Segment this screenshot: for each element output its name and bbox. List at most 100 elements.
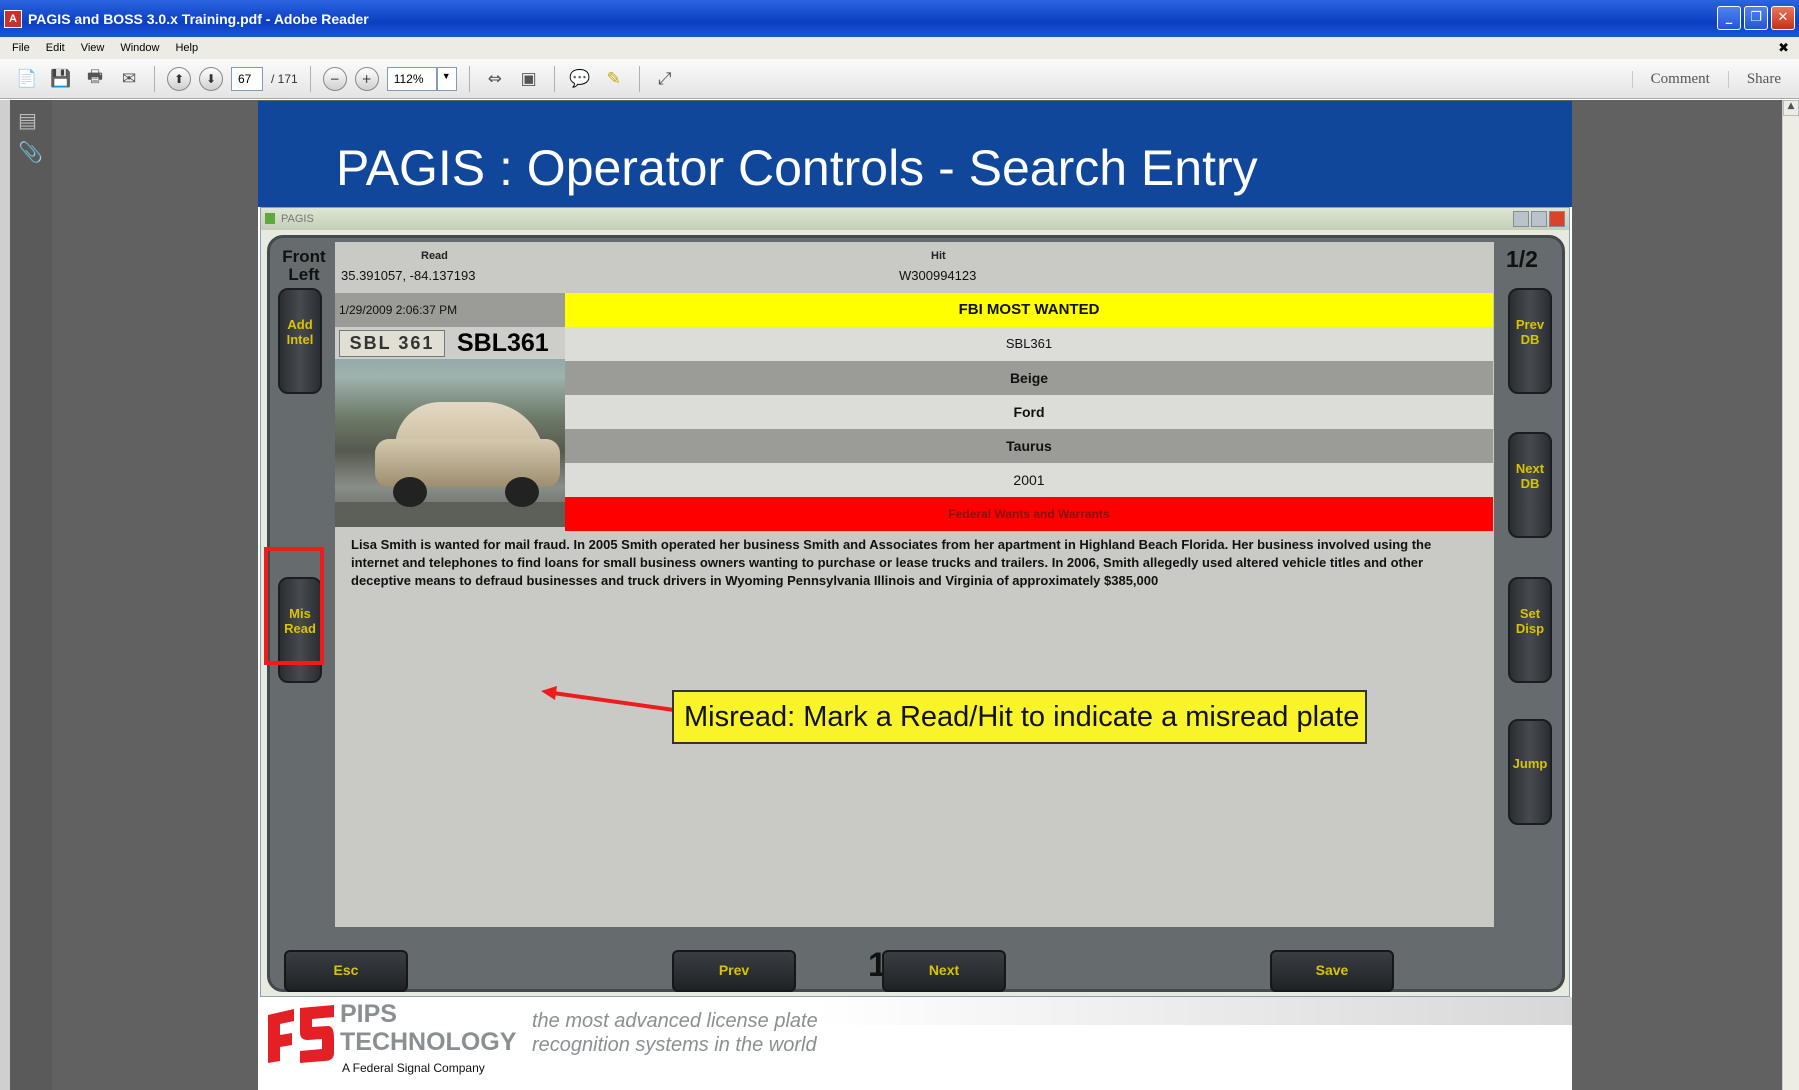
callout-arrow: [541, 686, 675, 712]
app-minimize-icon[interactable]: [1513, 211, 1529, 227]
brand-line2: TECHNOLOGY: [340, 1028, 517, 1056]
sticky-note-icon[interactable]: 💬: [567, 66, 593, 92]
highlight-icon[interactable]: ✎: [601, 66, 627, 92]
app-maximize-icon[interactable]: [1531, 211, 1547, 227]
vertical-scrollbar[interactable]: ▲: [1782, 100, 1799, 1090]
slide-title: PAGIS : Operator Controls - Search Entry: [336, 140, 1258, 196]
search-entry-panel: Front Left Add Intel Mis Read 1/2 Prev D…: [267, 235, 1565, 992]
next-db-button[interactable]: Next DB: [1508, 432, 1552, 538]
close-button[interactable]: ✕: [1771, 6, 1795, 30]
brand-line1: PIPS: [340, 1000, 397, 1028]
hit-color: Beige: [565, 361, 1493, 395]
road: [335, 502, 565, 527]
fit-width-icon[interactable]: ⇔: [482, 66, 508, 92]
hit-id: W300994123: [899, 268, 977, 283]
toolbar-separator: [154, 65, 155, 92]
window-titlebar: A PAGIS and BOSS 3.0.x Training.pdf - Ad…: [0, 0, 1799, 37]
annotation-callout: Misread: Mark a Read/Hit to indicate a m…: [672, 690, 1367, 744]
next-page-icon[interactable]: ⬇: [199, 66, 223, 91]
page-number-input[interactable]: [231, 66, 263, 91]
prev-db-button[interactable]: Prev DB: [1508, 288, 1552, 394]
toolbar-separator: [468, 65, 470, 92]
wheel: [393, 477, 427, 507]
read-hit-details: Read Hit 35.391057, -84.137193 W30099412…: [335, 242, 1494, 927]
camera-label-line2: Left: [288, 265, 320, 284]
fit-page-icon[interactable]: ▣: [516, 66, 542, 92]
create-pdf-icon[interactable]: 📄: [14, 66, 40, 92]
adobe-reader-icon: A: [4, 9, 22, 28]
menu-bar: File Edit View Window Help ✖: [0, 37, 1799, 59]
page-total: / 171: [271, 71, 298, 86]
menu-window[interactable]: Window: [120, 42, 159, 54]
app-icon: [265, 213, 275, 224]
hit-make: Ford: [565, 395, 1493, 429]
attachments-icon[interactable]: 📎: [18, 140, 52, 164]
hit-model: Taurus: [565, 429, 1493, 463]
hit-alert-banner: FBI MOST WANTED: [565, 293, 1493, 327]
zoom-in-icon[interactable]: +: [354, 66, 379, 91]
hit-column-header: Hit: [931, 250, 946, 262]
tagline-line1: the most advanced license plate: [532, 1010, 818, 1032]
hit-description: Lisa Smith is wanted for mail fraud. In …: [351, 537, 1432, 588]
plate-capture-image[interactable]: SBL 361 SBL361: [335, 327, 565, 527]
esc-button[interactable]: Esc: [284, 950, 408, 992]
brand-subtitle: A Federal Signal Company: [342, 1061, 485, 1075]
hit-warrant-type: Federal Wants and Warrants: [565, 497, 1493, 531]
comment-button[interactable]: Comment: [1631, 70, 1728, 88]
camera-label-line1: Front: [282, 247, 326, 266]
close-document-icon[interactable]: ✖: [1778, 40, 1789, 56]
hit-plate: SBL361: [565, 327, 1493, 361]
footer-band: [818, 997, 1572, 1025]
menu-edit[interactable]: Edit: [46, 42, 65, 54]
read-column-header: Read: [421, 250, 448, 262]
previous-page-icon[interactable]: ⬆: [167, 66, 191, 91]
wheel: [505, 477, 539, 507]
toolbar-separator: [309, 65, 311, 92]
menu-view[interactable]: View: [81, 42, 105, 54]
hit-year: 2001: [565, 463, 1493, 497]
plate-read-text: SBL361: [457, 329, 549, 357]
camera-label: Front Left: [281, 248, 327, 284]
tagline: the most advanced license plate recognit…: [532, 1009, 818, 1057]
plate-crop-image: SBL 361: [339, 330, 445, 357]
misread-highlight-box: [264, 547, 324, 665]
tagline-line2: recognition systems in the world: [532, 1034, 817, 1056]
toolbar-separator: [553, 65, 555, 92]
print-icon[interactable]: 🖶: [82, 66, 108, 92]
window-title: PAGIS and BOSS 3.0.x Training.pdf - Adob…: [28, 10, 369, 27]
pips-logo: [268, 1005, 334, 1063]
next-button[interactable]: Next: [882, 950, 1006, 992]
restore-button[interactable]: ❐: [1744, 6, 1768, 30]
toolbar: 📄 💾 🖶 ✉ ⬆ ⬇ / 171 − + ▼ ⇔ ▣ 💬 ✎ ⤢ Commen…: [0, 59, 1799, 99]
save-icon[interactable]: 💾: [48, 66, 74, 92]
email-icon[interactable]: ✉: [116, 66, 142, 92]
navigation-pane: ▤ 📎: [0, 100, 52, 1090]
save-button[interactable]: Save: [1270, 950, 1394, 992]
read-timestamp: 1/29/2009 2:06:37 PM: [335, 293, 565, 327]
prev-button[interactable]: Prev: [672, 950, 796, 992]
app-title: PAGIS: [281, 213, 314, 225]
chevron-down-icon[interactable]: ▼: [436, 66, 457, 91]
zoom-input[interactable]: [386, 66, 437, 91]
app-close-icon[interactable]: [1549, 211, 1565, 227]
full-screen-icon[interactable]: ⤢: [652, 66, 678, 92]
slide-header: PAGIS : Operator Controls - Search Entry: [258, 101, 1572, 207]
slide-footer: PIPS TECHNOLOGY A Federal Signal Company…: [258, 997, 1572, 1090]
menu-file[interactable]: File: [12, 42, 30, 54]
scroll-up-icon[interactable]: ▲: [1783, 100, 1799, 116]
menu-help[interactable]: Help: [175, 42, 198, 54]
add-intel-button[interactable]: Add Intel: [278, 288, 322, 394]
share-button[interactable]: Share: [1727, 70, 1799, 88]
pdf-page: PAGIS : Operator Controls - Search Entry…: [258, 101, 1572, 1090]
toolbar-separator: [638, 65, 640, 92]
jump-button[interactable]: Jump: [1508, 719, 1552, 825]
minimize-button[interactable]: _: [1717, 6, 1741, 30]
hit-page-indicator: 1/2: [1506, 246, 1538, 272]
app-titlebar: PAGIS: [261, 208, 1569, 230]
read-coordinates: 35.391057, -84.137193: [341, 268, 476, 283]
pages-icon[interactable]: ▤: [18, 108, 52, 132]
set-disp-button[interactable]: Set Disp: [1508, 577, 1552, 683]
zoom-select[interactable]: ▼: [386, 66, 457, 91]
zoom-out-icon[interactable]: −: [322, 66, 347, 91]
pagis-app-window: PAGIS Front Left Add Intel Mis Read 1/2 …: [260, 207, 1570, 997]
